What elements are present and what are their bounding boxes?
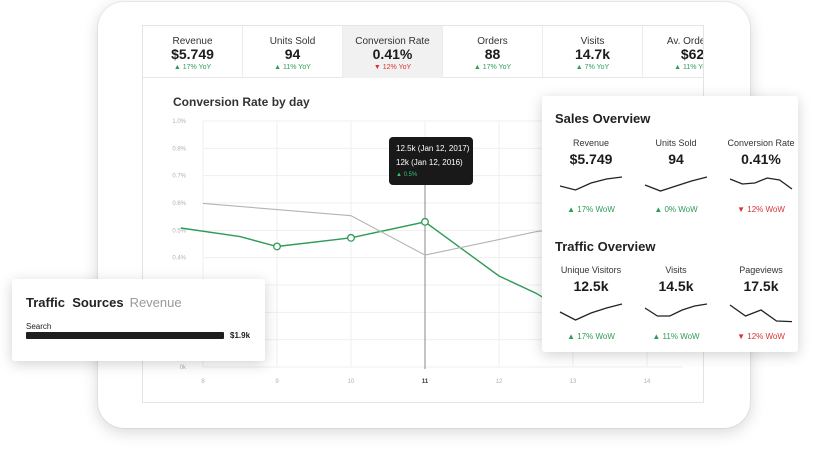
y-tick-label: 0.4% <box>172 256 186 262</box>
y-tick-label: 0.6% <box>172 201 186 207</box>
metric-value: 12.5k <box>573 278 609 294</box>
metric-change-value: 0% WoW <box>664 205 698 214</box>
sparkline-line <box>559 303 623 321</box>
chart-tooltip: 12.5k (Jan 12, 2017) 12k (Jan 12, 2016) … <box>389 137 473 185</box>
sparkline-line <box>559 176 623 191</box>
sparkline-line <box>644 303 708 317</box>
down-arrow-icon: ▼ <box>737 332 746 341</box>
metric-value: 14.5k <box>658 278 694 294</box>
metric-label: Pageviews <box>739 265 783 275</box>
sparkline <box>729 177 793 190</box>
data-point[interactable] <box>347 233 355 242</box>
source-label: Search <box>26 322 52 331</box>
tooltip-change: ▲ 0.5% <box>396 172 417 178</box>
metric-change: ▼ 12% WoW <box>720 205 802 214</box>
tooltip-line-previous: 12k (Jan 12, 2016) <box>396 158 463 167</box>
tab-revenue[interactable]: Revenue <box>130 295 182 310</box>
metric-value: $5.749 <box>569 151 613 167</box>
sparkline <box>559 303 623 321</box>
x-tick-label: 13 <box>570 379 577 385</box>
metric-label: Units Sold <box>655 138 697 148</box>
x-tick-label: 14 <box>644 379 651 385</box>
metric-label: Revenue <box>572 138 610 148</box>
up-arrow-icon: ▲ <box>567 205 576 214</box>
traffic-metrics-2: Pageviews 17.5k ▼ 12% WoW <box>720 265 802 341</box>
traffic-sources-card: Traffic Sources Revenue Search $1.9k <box>12 279 265 361</box>
sales-metrics-1: Units Sold 94 ▲ 0% WoW <box>635 138 717 214</box>
data-point[interactable] <box>273 242 281 251</box>
metric-change-value: 17% WoW <box>577 332 615 341</box>
up-arrow-icon: ▲ <box>567 332 576 341</box>
x-tick-label: 12 <box>496 379 503 385</box>
metric-label: Conversion Rate <box>727 138 795 148</box>
metric-value: 94 <box>668 151 684 167</box>
sales-overview-card: Sales Overview Revenue $5.749 ▲ 17% WoW Uni… <box>542 96 798 352</box>
stage: Revenue $5.749 ▲ 17% YoY Units Sold 94 ▲ 11% … <box>0 0 814 456</box>
down-arrow-icon: ▼ <box>737 205 746 214</box>
metric-change: ▲ 17% WoW <box>550 205 632 214</box>
sparkline <box>644 176 708 192</box>
sparkline <box>644 303 708 317</box>
metric-value: 17.5k <box>743 278 779 294</box>
metric-change-value: 11% WoW <box>662 332 700 341</box>
source-value: $1.9k <box>230 331 251 340</box>
traffic-metrics-1: Visits 14.5k ▲ 11% WoW <box>635 265 717 341</box>
tooltip-change-value: 0.5% <box>403 172 418 178</box>
y-tick-label: 0k <box>180 365 187 371</box>
x-tick-label: 10 <box>348 379 355 385</box>
source-bar <box>26 332 224 339</box>
data-point[interactable] <box>421 217 429 226</box>
y-tick-label: 0.7% <box>172 174 186 180</box>
metric-change: ▲ 11% WoW <box>635 332 717 341</box>
traffic-sources-header: Traffic Sources Revenue <box>26 295 182 310</box>
up-arrow-icon: ▲ <box>654 205 663 214</box>
sparkline-line <box>644 176 708 192</box>
metric-change: ▲ 0% WoW <box>635 205 717 214</box>
metric-change: ▼ 12% WoW <box>720 332 802 341</box>
metric-value: 0.41% <box>741 151 781 167</box>
sparkline <box>559 176 623 191</box>
metric-change-value: 12% WoW <box>747 205 785 214</box>
metric-change: ▲ 17% WoW <box>550 332 632 341</box>
metric-change-value: 12% WoW <box>747 332 785 341</box>
title-word-2: Sources <box>72 295 124 310</box>
x-tick-label: 8 <box>201 379 205 385</box>
y-tick-label: 1.0% <box>172 119 186 125</box>
y-tick-label: 0.8% <box>172 146 186 152</box>
metric-label: Unique Visitors <box>560 265 622 275</box>
metric-label: Visits <box>665 265 687 275</box>
traffic-sources-title: Traffic Sources <box>26 295 124 310</box>
x-tick-label: 11 <box>422 379 429 385</box>
sales-metrics-2: Conversion Rate 0.41% ▼ 12% WoW <box>720 138 802 214</box>
traffic-overview-title: Traffic Overview <box>555 239 656 254</box>
up-arrow-icon: ▲ <box>652 332 661 341</box>
title-word-1: Traffic <box>26 295 66 310</box>
traffic-metrics-0: Unique Visitors 12.5k ▲ 17% WoW <box>550 265 632 341</box>
x-tick-label: 9 <box>275 379 279 385</box>
up-arrow-icon: ▲ <box>396 172 402 178</box>
sales-metrics-0: Revenue $5.749 ▲ 17% WoW <box>550 138 632 214</box>
sparkline <box>729 304 793 323</box>
sparkline-line <box>729 304 793 323</box>
sales-overview-title: Sales Overview <box>555 111 651 126</box>
metric-change-value: 17% WoW <box>577 205 615 214</box>
sparkline-line <box>729 177 793 190</box>
tooltip-line-current: 12.5k (Jan 12, 2017) <box>396 144 470 153</box>
